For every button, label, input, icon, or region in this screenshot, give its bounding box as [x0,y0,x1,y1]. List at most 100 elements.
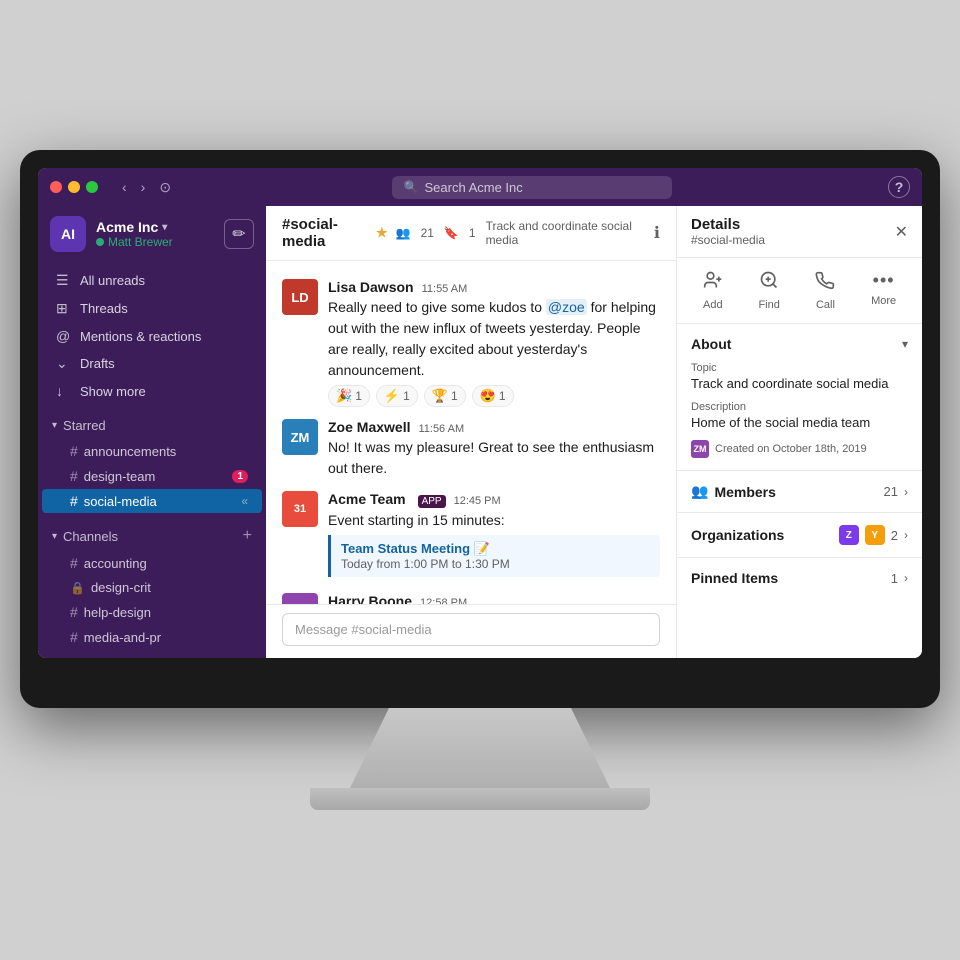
back-button[interactable]: ‹ [118,177,131,197]
channel-hash-icon: # [70,493,78,509]
chat-area: #social-media ★ 👥 21 🔖 1 Track and coord… [266,206,676,658]
channel-item-social-media[interactable]: # social-media « [42,489,262,513]
sidebar-item-drafts[interactable]: ⌄ Drafts [42,350,262,377]
orgs-label: Organizations [691,527,784,543]
sidebar-item-show-more[interactable]: ↓ Show more [42,378,262,404]
message-time: 11:55 AM [422,283,468,295]
about-section-header[interactable]: About ▾ [677,324,922,362]
pinned-items-row[interactable]: Pinned Items 1 › [677,558,922,598]
star-icon[interactable]: ★ [376,225,388,241]
sidebar-nav: ☰ All unreads ⊞ Threads @ Mentions & rea… [38,262,266,409]
search-bar[interactable]: 🔍 Search Acme Inc [185,176,878,199]
mention-indicator-icon: « [241,494,248,508]
add-channel-button[interactable]: + [243,527,252,545]
search-input-wrap[interactable]: 🔍 Search Acme Inc [392,176,672,199]
sidebar-item-mentions[interactable]: @ Mentions & reactions [42,323,262,349]
call-icon [815,270,835,295]
about-section: About ▾ Topic Track and coordinate socia… [677,324,922,471]
channel-item-media-and-pr[interactable]: # media-and-pr [42,625,262,649]
unread-badge: 1 [232,470,248,483]
workspace-info: Acme Inc ▾ Matt Brewer [96,219,214,249]
topic-value: Track and coordinate social media [691,376,908,391]
show-more-icon: ↓ [56,383,72,399]
screen-bezel: ‹ › ⊙ 🔍 Search Acme Inc ? [20,150,940,708]
add-member-icon [703,270,723,295]
title-bar: ‹ › ⊙ 🔍 Search Acme Inc ? [38,168,922,206]
chat-header: #social-media ★ 👥 21 🔖 1 Track and coord… [266,206,676,261]
channel-item-design-crit[interactable]: 🔒 design-crit [42,576,262,599]
chat-input[interactable]: Message #social-media [282,613,660,646]
search-input[interactable]: Search Acme Inc [424,180,522,195]
org-badge-z: Z [839,525,859,545]
message-sender[interactable]: Harry Boone [328,593,412,604]
info-button[interactable]: ℹ [654,223,660,243]
sidebar-item-all-unreads[interactable]: ☰ All unreads [42,267,262,294]
workspace-name: Acme Inc ▾ [96,219,214,235]
app: ‹ › ⊙ 🔍 Search Acme Inc ? [38,168,922,658]
members-people-icon: 👥 [691,483,708,500]
maximize-button[interactable] [86,181,98,193]
organizations-row[interactable]: Organizations Z Y 2 › [677,513,922,558]
reaction-lightning[interactable]: ⚡ 1 [376,385,418,407]
message-content: Zoe Maxwell 11:56 AM No! It was my pleas… [328,419,660,479]
channel-item-accounting[interactable]: # accounting [42,551,262,575]
topic-label: Topic [691,362,908,374]
description-label: Description [691,401,908,413]
members-count-group: 21 › [884,484,908,499]
workspace-header[interactable]: AI Acme Inc ▾ Matt Brewer [38,206,266,262]
workspace-avatar: AI [50,216,86,252]
channel-hash-icon: # [70,443,78,459]
detail-action-find[interactable]: Find [758,270,779,311]
workspace-user: Matt Brewer [96,235,214,249]
channel-item-announcements[interactable]: # announcements [42,439,262,463]
detail-action-more[interactable]: ••• More [871,270,896,311]
message-time: 11:56 AM [418,423,464,435]
avatar: HB [282,593,318,604]
reaction-heart-eyes[interactable]: 😍 1 [472,385,514,407]
history-button[interactable]: ⊙ [155,177,175,198]
monitor-stand [350,708,610,788]
detail-action-add[interactable]: Add [703,270,723,311]
sidebar-item-threads[interactable]: ⊞ Threads [42,295,262,322]
bookmark-icon: 🔖 [444,226,459,240]
forward-button[interactable]: › [137,177,150,197]
event-title: Team Status Meeting 📝 [341,541,650,557]
message-header: Lisa Dawson 11:55 AM [328,279,660,295]
about-content: Topic Track and coordinate social media … [677,362,922,470]
channels-section-header[interactable]: ▾ Channels + [38,522,266,550]
channel-item-design-team[interactable]: # design-team 1 [42,464,262,488]
chat-input-placeholder[interactable]: Message #social-media [295,622,432,637]
members-row[interactable]: 👥 Members 21 › [677,471,922,513]
reaction-trophy[interactable]: 🏆 1 [424,385,466,407]
close-details-button[interactable]: ✕ [895,222,908,242]
dm-item-sara-parras[interactable]: Sara Parras [42,655,262,658]
message-sender[interactable]: Acme Team [328,491,406,507]
compose-button[interactable]: ✏ [224,219,254,249]
message-text: Really need to give some kudos to @zoe f… [328,297,660,381]
call-label: Call [816,299,835,311]
app-badge: APP [418,495,446,508]
detail-action-call[interactable]: Call [815,270,835,311]
creator-avatar: ZM [691,440,709,458]
mention[interactable]: @zoe [546,299,587,315]
reaction-party[interactable]: 🎉 1 [328,385,370,407]
channel-hash-icon: # [70,468,78,484]
starred-section: ▾ Starred # announcements # design-team … [38,409,266,518]
orgs-right: Z Y 2 › [839,525,908,545]
message-sender[interactable]: Lisa Dawson [328,279,414,295]
message-text: Event starting in 15 minutes: [328,510,660,531]
monitor: ‹ › ⊙ 🔍 Search Acme Inc ? [20,150,940,810]
message-sender[interactable]: Zoe Maxwell [328,419,410,435]
workspace-dropdown-icon: ▾ [162,222,167,233]
channel-item-help-design[interactable]: # help-design [42,600,262,624]
pinned-label: Pinned Items [691,570,778,586]
messages-list: LD Lisa Dawson 11:55 AM Really need to g… [266,261,676,604]
minimize-button[interactable] [68,181,80,193]
close-button[interactable] [50,181,62,193]
event-block[interactable]: Team Status Meeting 📝 Today from 1:00 PM… [328,535,660,577]
message-header: Zoe Maxwell 11:56 AM [328,419,660,435]
starred-section-header[interactable]: ▾ Starred [38,413,266,438]
channel-hash-icon: # [70,555,78,571]
channels-section: ▾ Channels + # accounting 🔒 design-crit [38,518,266,654]
help-button[interactable]: ? [888,176,910,198]
